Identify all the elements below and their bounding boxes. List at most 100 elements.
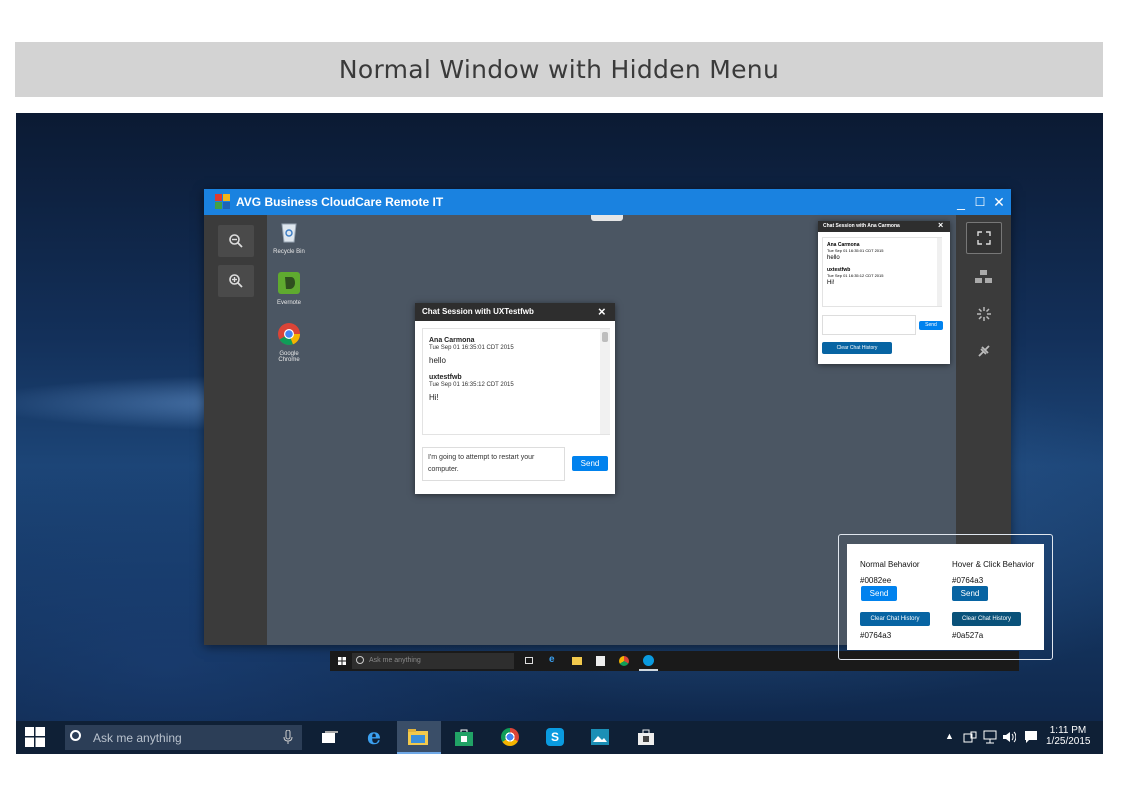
send-button[interactable]: Send — [919, 321, 943, 330]
scrollbar-thumb[interactable] — [602, 332, 608, 342]
legend-heading-hover: Hover & Click Behavior — [952, 560, 1035, 569]
search-placeholder: Ask me anything — [369, 657, 421, 664]
remote-search-box[interactable]: Ask me anything — [352, 653, 514, 669]
chat-close-icon[interactable]: × — [598, 304, 606, 319]
action-center-icon[interactable] — [1024, 730, 1038, 744]
chat-scrollbar[interactable] — [937, 238, 942, 306]
task-view-button[interactable] — [319, 726, 341, 748]
remote-start-icon[interactable] — [338, 657, 346, 665]
legend-clear-color-hover: #0a527a — [952, 631, 984, 640]
skype-icon[interactable] — [643, 655, 654, 666]
chat-header: Chat Session with UXTestfwb × — [415, 303, 615, 321]
taskbar-edge[interactable]: e — [363, 726, 385, 748]
desktop-icon-chrome[interactable]: Google Chrome — [272, 322, 306, 363]
taskbar-skype[interactable]: S — [544, 726, 566, 748]
chat-messages[interactable]: Ana Carmona Tue Sep 01 16:35:01 CDT 2015… — [822, 237, 942, 307]
chrome-icon — [501, 728, 519, 746]
evernote-icon — [278, 272, 300, 294]
edge-icon: e — [367, 724, 381, 750]
chat-title: Chat Session with Ana Carmona — [823, 223, 900, 229]
windows-desktop: AVG Business CloudCare Remote IT _ ☐ ✕ R… — [16, 113, 1103, 754]
desktop-icon-evernote[interactable]: Evernote — [272, 271, 306, 306]
store-bag-icon — [638, 729, 654, 745]
send-button[interactable]: Send — [572, 456, 608, 471]
taskbar-file-explorer[interactable] — [397, 721, 441, 754]
task-view-icon[interactable] — [525, 657, 533, 664]
chat-message-input[interactable]: I'm going to attempt to restart your com… — [422, 447, 565, 481]
recycle-bin-icon — [281, 223, 297, 243]
legend-heading-normal: Normal Behavior — [860, 560, 920, 569]
chat-messages[interactable]: Ana Carmona Tue Sep 01 16:35:01 CDT 2015… — [422, 328, 610, 435]
show-hidden-icons-icon[interactable]: ▲ — [945, 731, 954, 741]
message-time: Tue Sep 01 16:35:01 CDT 2015 — [827, 248, 884, 253]
start-button[interactable] — [23, 725, 47, 749]
zoom-in-button[interactable] — [218, 265, 254, 297]
taskbar-photos[interactable] — [589, 726, 611, 748]
cortana-icon — [70, 730, 81, 741]
disconnect-button[interactable] — [966, 335, 1002, 367]
loading-button[interactable] — [966, 298, 1002, 330]
chat-dialog-main: Chat Session with UXTestfwb × Ana Carmon… — [415, 303, 615, 494]
button-behavior-legend: Normal Behavior Hover & Click Behavior #… — [838, 534, 1053, 660]
desktop-icon-label: Google Chrome — [278, 351, 300, 363]
chat-header: Chat Session with Ana Carmona × — [818, 220, 950, 232]
fullscreen-button[interactable] — [966, 222, 1002, 254]
zoom-out-button[interactable] — [218, 225, 254, 257]
store-icon[interactable] — [596, 656, 605, 666]
left-toolbar — [204, 215, 267, 645]
taskbar-search-box[interactable]: Ask me anything — [65, 725, 302, 750]
taskbar-store-2[interactable] — [635, 726, 657, 748]
clock-date: 1/25/2015 — [1046, 736, 1091, 747]
file-explorer-icon[interactable] — [572, 657, 582, 665]
chrome-icon[interactable] — [619, 656, 629, 666]
photos-icon — [591, 729, 609, 745]
minimize-button[interactable]: _ — [951, 192, 971, 212]
taskbar-chrome[interactable] — [499, 726, 521, 748]
message-text: hello — [827, 255, 840, 261]
maximize-button[interactable]: ☐ — [970, 192, 990, 212]
network-icon[interactable] — [983, 730, 997, 744]
fullscreen-icon — [977, 231, 991, 245]
banner-title: Normal Window with Hidden Menu — [338, 55, 780, 84]
windows-logo-icon — [25, 727, 45, 747]
legend-clear-button-normal: Clear Chat History — [860, 612, 930, 626]
message-text: Hi! — [827, 280, 835, 286]
task-view-icon — [322, 731, 338, 743]
message-author: uxtestfwb — [429, 374, 462, 381]
store-icon — [455, 729, 473, 746]
message-text: Hi! — [429, 393, 439, 402]
disconnect-icon — [978, 345, 990, 357]
clock-time: 1:11 PM — [1049, 725, 1087, 736]
hidden-menu-tab[interactable] — [591, 215, 623, 221]
desktop-icon-recycle-bin[interactable]: Recycle Bin — [272, 220, 306, 255]
chat-title: Chat Session with UXTestfwb — [422, 307, 534, 316]
chat-close-icon[interactable]: × — [938, 220, 943, 230]
loading-icon — [977, 307, 991, 321]
taskbar-store[interactable] — [453, 726, 475, 748]
monitors-button[interactable] — [966, 261, 1002, 293]
windows-taskbar: Ask me anything e S ▲ 1:11 PM 1/25/2015 — [16, 721, 1103, 754]
legend-send-color-hover: #0764a3 — [952, 576, 984, 585]
microphone-icon[interactable] — [283, 730, 293, 745]
close-button[interactable]: ✕ — [989, 192, 1009, 212]
volume-icon[interactable] — [1002, 730, 1016, 744]
legend-send-button-normal: Send — [861, 586, 897, 601]
zoom-out-icon — [229, 234, 243, 248]
window-titlebar[interactable]: AVG Business CloudCare Remote IT _ ☐ ✕ — [204, 189, 1011, 215]
legend-send-button-hover: Send — [952, 586, 988, 601]
chat-message-input[interactable] — [822, 315, 916, 335]
message-time: Tue Sep 01 16:35:12 CDT 2015 — [429, 382, 514, 388]
desktop-icon-label: Recycle Bin — [273, 249, 305, 255]
clear-chat-history-button[interactable]: Clear Chat History — [822, 342, 892, 354]
message-time: Tue Sep 01 16:35:12 CDT 2015 — [827, 273, 884, 278]
devices-icon[interactable] — [963, 731, 977, 743]
search-placeholder: Ask me anything — [93, 731, 182, 745]
chat-scrollbar[interactable] — [600, 329, 610, 434]
legend-clear-color-normal: #0764a3 — [860, 631, 892, 640]
edge-icon[interactable]: e — [549, 654, 555, 665]
cortana-icon — [356, 656, 364, 664]
legend-send-color-normal: #0082ee — [860, 576, 892, 585]
window-title: AVG Business CloudCare Remote IT — [236, 195, 444, 209]
system-clock[interactable]: 1:11 PM 1/25/2015 — [1046, 725, 1091, 747]
legend-panel: Normal Behavior Hover & Click Behavior #… — [847, 544, 1044, 650]
